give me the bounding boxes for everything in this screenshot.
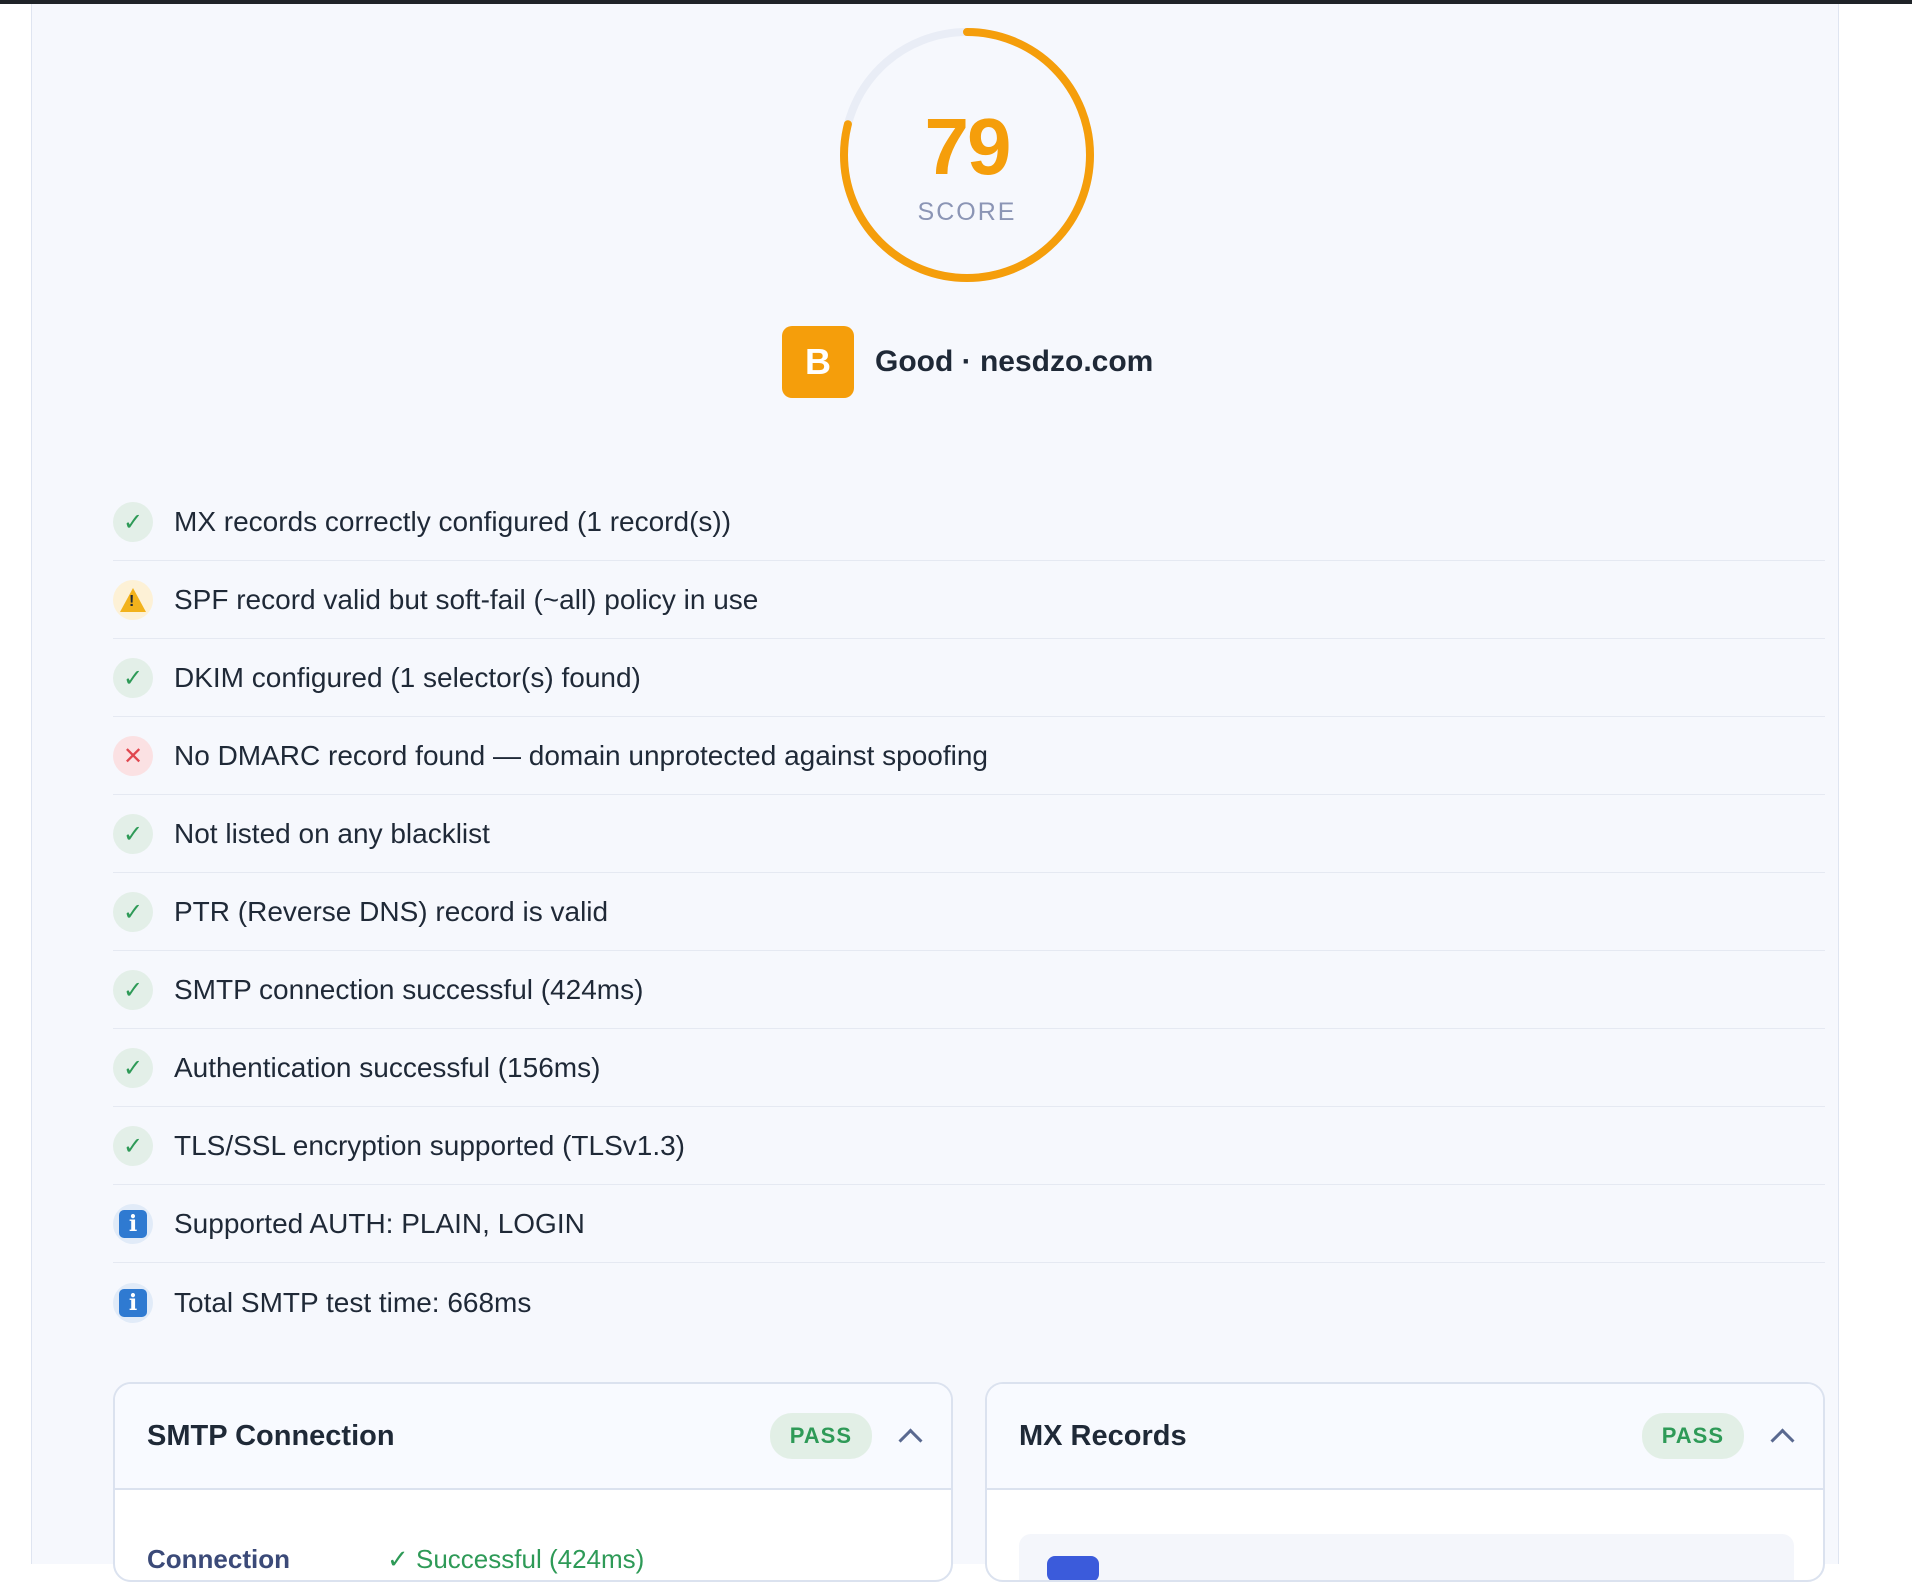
smtp-connection-row: Connection ✓ Successful (424ms) bbox=[147, 1544, 644, 1575]
check-text: Supported AUTH: PLAIN, LOGIN bbox=[174, 1208, 585, 1239]
check-icon: ✓ bbox=[113, 1126, 153, 1166]
smtp-card-header[interactable]: SMTP Connection PASS bbox=[115, 1384, 951, 1490]
check-icon: ✓ bbox=[113, 892, 153, 932]
score-gauge: 79 SCORE bbox=[837, 25, 1097, 285]
check-item: ✓ MX records correctly configured (1 reco… bbox=[113, 484, 1825, 561]
check-item: ✕ No DMARC record found — domain unprotec… bbox=[113, 718, 1825, 795]
check-item: i Supported AUTH: PLAIN, LOGIN bbox=[113, 1186, 1825, 1263]
check-text: SMTP connection successful (424ms) bbox=[174, 974, 644, 1005]
check-text: MX records correctly configured (1 recor… bbox=[174, 506, 732, 537]
mx-card-title: MX Records bbox=[1019, 1419, 1187, 1452]
warning-icon: ! bbox=[113, 580, 153, 620]
chevron-up-icon[interactable] bbox=[1770, 1427, 1795, 1453]
mx-card-header[interactable]: MX Records PASS bbox=[987, 1384, 1823, 1490]
check-item: ! SPF record valid but soft-fail (~all) p… bbox=[113, 562, 1825, 639]
check-text: SPF record valid but soft-fail (~all) po… bbox=[174, 584, 759, 615]
check-text: Total SMTP test time: 668ms bbox=[174, 1286, 532, 1318]
mx-status-badge: PASS bbox=[1641, 1413, 1744, 1459]
mx-priority-badge bbox=[1047, 1556, 1099, 1580]
check-icon: ✓ bbox=[113, 658, 153, 698]
check-item: ✓ Not listed on any blacklist bbox=[113, 796, 1825, 873]
check-item: ✓ TLS/SSL encryption supported (TLSv1.3) bbox=[113, 1108, 1825, 1185]
smtp-status-badge: PASS bbox=[769, 1413, 872, 1459]
check-text: Authentication successful (156ms) bbox=[174, 1052, 601, 1083]
smtp-connection-card: SMTP Connection PASS Connection ✓ Succes… bbox=[113, 1382, 953, 1582]
check-icon: ✓ bbox=[113, 502, 153, 542]
connection-label: Connection bbox=[147, 1544, 290, 1574]
info-icon: i bbox=[113, 1204, 153, 1244]
check-icon: ✓ bbox=[113, 970, 153, 1010]
cross-icon: ✕ bbox=[113, 736, 153, 776]
grade-summary: B Good · nesdzo.com bbox=[782, 325, 1153, 398]
check-text: No DMARC record found — domain unprotect… bbox=[174, 740, 988, 771]
connection-value: ✓ Successful (424ms) bbox=[387, 1544, 645, 1574]
info-icon: i bbox=[113, 1282, 153, 1323]
grade-domain-text: Good · nesdzo.com bbox=[875, 344, 1154, 378]
score-label: SCORE bbox=[917, 198, 1017, 226]
check-item: ✓ PTR (Reverse DNS) record is valid bbox=[113, 874, 1825, 951]
check-icon: ✓ bbox=[113, 814, 153, 854]
check-item: i Total SMTP test time: 668ms bbox=[113, 1264, 1825, 1341]
chevron-up-icon[interactable] bbox=[898, 1427, 923, 1453]
check-item: ✓ Authentication successful (156ms) bbox=[113, 1030, 1825, 1107]
check-text: Not listed on any blacklist bbox=[174, 818, 490, 849]
mx-records-card: MX Records PASS bbox=[985, 1382, 1825, 1582]
results-panel: 79 SCORE B Good · nesdzo.com ✓ MX records… bbox=[31, 4, 1839, 1582]
check-item: ✓ SMTP connection successful (424ms) bbox=[113, 952, 1825, 1029]
check-text: DKIM configured (1 selector(s) found) bbox=[174, 662, 641, 693]
smtp-card-title: SMTP Connection bbox=[147, 1419, 395, 1452]
grade-badge: B bbox=[782, 325, 854, 398]
check-text: PTR (Reverse DNS) record is valid bbox=[174, 896, 609, 927]
check-item: ✓ DKIM configured (1 selector(s) found) bbox=[113, 640, 1825, 717]
check-icon: ✓ bbox=[113, 1048, 153, 1088]
check-text: TLS/SSL encryption supported (TLSv1.3) bbox=[174, 1130, 685, 1161]
mx-record-item bbox=[1019, 1534, 1794, 1580]
checks-list: ✓ MX records correctly configured (1 reco… bbox=[113, 484, 1825, 1342]
score-value: 79 bbox=[924, 102, 1012, 191]
